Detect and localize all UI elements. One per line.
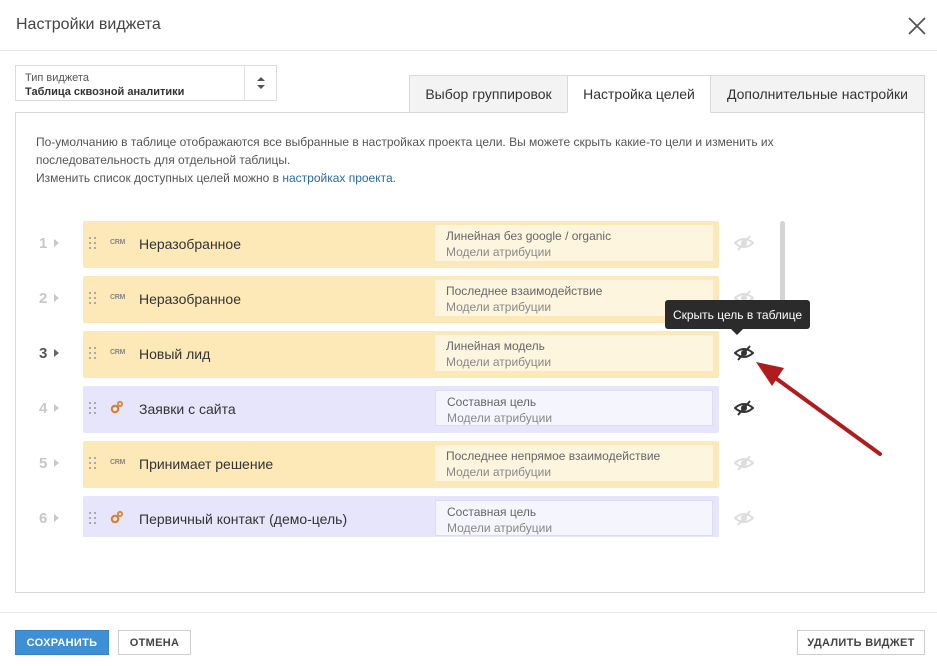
goal-name: Первичный контакт (демо-цель) (139, 511, 348, 527)
save-button[interactable]: СОХРАНИТЬ (15, 630, 109, 655)
delete-widget-button[interactable]: УДАЛИТЬ ВИДЖЕТ (797, 630, 925, 655)
close-icon[interactable] (905, 14, 929, 38)
widget-type-value: Таблица сквозной аналитики (25, 86, 185, 98)
goal-row: 3 CRM Новый лид Линейная модель Модели а… (16, 331, 816, 378)
annotation-arrow-icon (756, 362, 882, 456)
eye-hidden-icon[interactable] (733, 234, 755, 252)
attribution-model[interactable]: Составная цель Модели атрибуции (435, 500, 713, 536)
goal-card: CRM Неразобранное Последнее взаимодейств… (83, 276, 719, 323)
attribution-model-label: Модели атрибуции (446, 355, 552, 369)
attribution-model[interactable]: Составная цель Модели атрибуции (435, 390, 713, 426)
gear-icon (110, 400, 124, 414)
attribution-model[interactable]: Линейная без google / organic Модели атр… (435, 225, 713, 261)
goal-name: Неразобранное (139, 291, 241, 307)
attribution-model[interactable]: Линейная модель Модели атрибуции (435, 335, 713, 371)
goal-name: Принимает решение (139, 456, 274, 472)
goal-row: 5 CRM Принимает решение Последнее непрям… (16, 441, 816, 488)
info-text: По-умолчанию в таблице отображаются все … (36, 133, 816, 187)
project-settings-link[interactable]: настройках проекта (282, 171, 392, 185)
attribution-model[interactable]: Последнее непрямое взаимодействие Модели… (435, 445, 713, 481)
attribution-model-label: Модели атрибуции (446, 465, 552, 479)
select-arrows-icon[interactable] (244, 66, 276, 100)
attribution-model-label: Модели атрибуции (446, 300, 552, 314)
caret-right-icon (54, 404, 59, 412)
goal-number: 3 (39, 345, 48, 362)
goal-number: 1 (39, 235, 48, 252)
goal-card: Первичный контакт (демо-цель) Составная … (83, 496, 719, 537)
goal-number: 4 (39, 400, 48, 417)
cancel-button[interactable]: ОТМЕНА (118, 630, 191, 655)
tab-groupings[interactable]: Выбор группировок (409, 75, 568, 113)
crm-icon: CRM (110, 459, 126, 466)
caret-right-icon (54, 514, 59, 522)
dialog-title: Настройки виджета (16, 16, 161, 33)
attribution-model-label: Модели атрибуции (447, 411, 553, 425)
attribution-model-value: Последнее непрямое взаимодействие (446, 449, 661, 463)
crm-icon: CRM (110, 294, 126, 301)
footer-divider (0, 612, 937, 613)
drag-handle-icon[interactable] (89, 347, 97, 361)
header-divider (0, 50, 937, 51)
eye-hidden-icon[interactable] (733, 509, 755, 527)
tab-additional[interactable]: Дополнительные настройки (710, 75, 925, 113)
widget-type-label: Тип виджета (25, 72, 89, 84)
goal-name: Новый лид (139, 346, 211, 362)
drag-handle-icon[interactable] (89, 237, 97, 251)
goal-card: CRM Принимает решение Последнее непрямое… (83, 441, 719, 488)
goal-card: CRM Новый лид Линейная модель Модели атр… (83, 331, 719, 378)
caret-right-icon (54, 459, 59, 467)
goal-name: Неразобранное (139, 236, 241, 252)
goal-row: 1 CRM Неразобранное Линейная без google … (16, 221, 816, 268)
widget-type-select[interactable]: Тип виджета Таблица сквозной аналитики (15, 65, 277, 101)
goal-number: 5 (39, 455, 48, 472)
goal-row: 6 Первичный контакт (демо-цель) Составна… (16, 496, 816, 537)
drag-handle-icon[interactable] (89, 292, 97, 306)
gear-icon (110, 510, 124, 524)
attribution-model-value: Составная цель (447, 505, 537, 519)
info-line-2: Изменить список доступных целей можно в … (36, 171, 396, 185)
goal-row: 4 Заявки с сайта Составная цель Модели а… (16, 386, 816, 433)
tab-goals[interactable]: Настройка целей (567, 75, 711, 113)
caret-right-icon (54, 294, 59, 302)
attribution-model-value: Последнее взаимодействие (446, 284, 603, 298)
caret-right-icon (54, 239, 59, 247)
info-line-1: По-умолчанию в таблице отображаются все … (36, 135, 774, 167)
attribution-model-label: Модели атрибуции (447, 521, 553, 535)
goal-number: 6 (39, 510, 48, 527)
goal-number: 2 (39, 290, 48, 307)
drag-handle-icon[interactable] (89, 457, 97, 471)
drag-handle-icon[interactable] (89, 512, 97, 526)
crm-icon: CRM (110, 349, 126, 356)
attribution-model-value: Линейная без google / organic (446, 229, 612, 243)
caret-right-icon (54, 349, 59, 357)
attribution-model-value: Линейная модель (446, 339, 545, 353)
hide-goal-tooltip: Скрыть цель в таблице (665, 300, 810, 335)
goals-list: 1 CRM Неразобранное Линейная без google … (16, 219, 816, 537)
goal-card: Заявки с сайта Составная цель Модели атр… (83, 386, 719, 433)
attribution-model-value: Составная цель (447, 395, 537, 409)
attribution-model-label: Модели атрибуции (446, 245, 552, 259)
drag-handle-icon[interactable] (89, 402, 97, 416)
goal-name: Заявки с сайта (139, 401, 236, 417)
goal-card: CRM Неразобранное Линейная без google / … (83, 221, 719, 268)
crm-icon: CRM (110, 239, 126, 246)
